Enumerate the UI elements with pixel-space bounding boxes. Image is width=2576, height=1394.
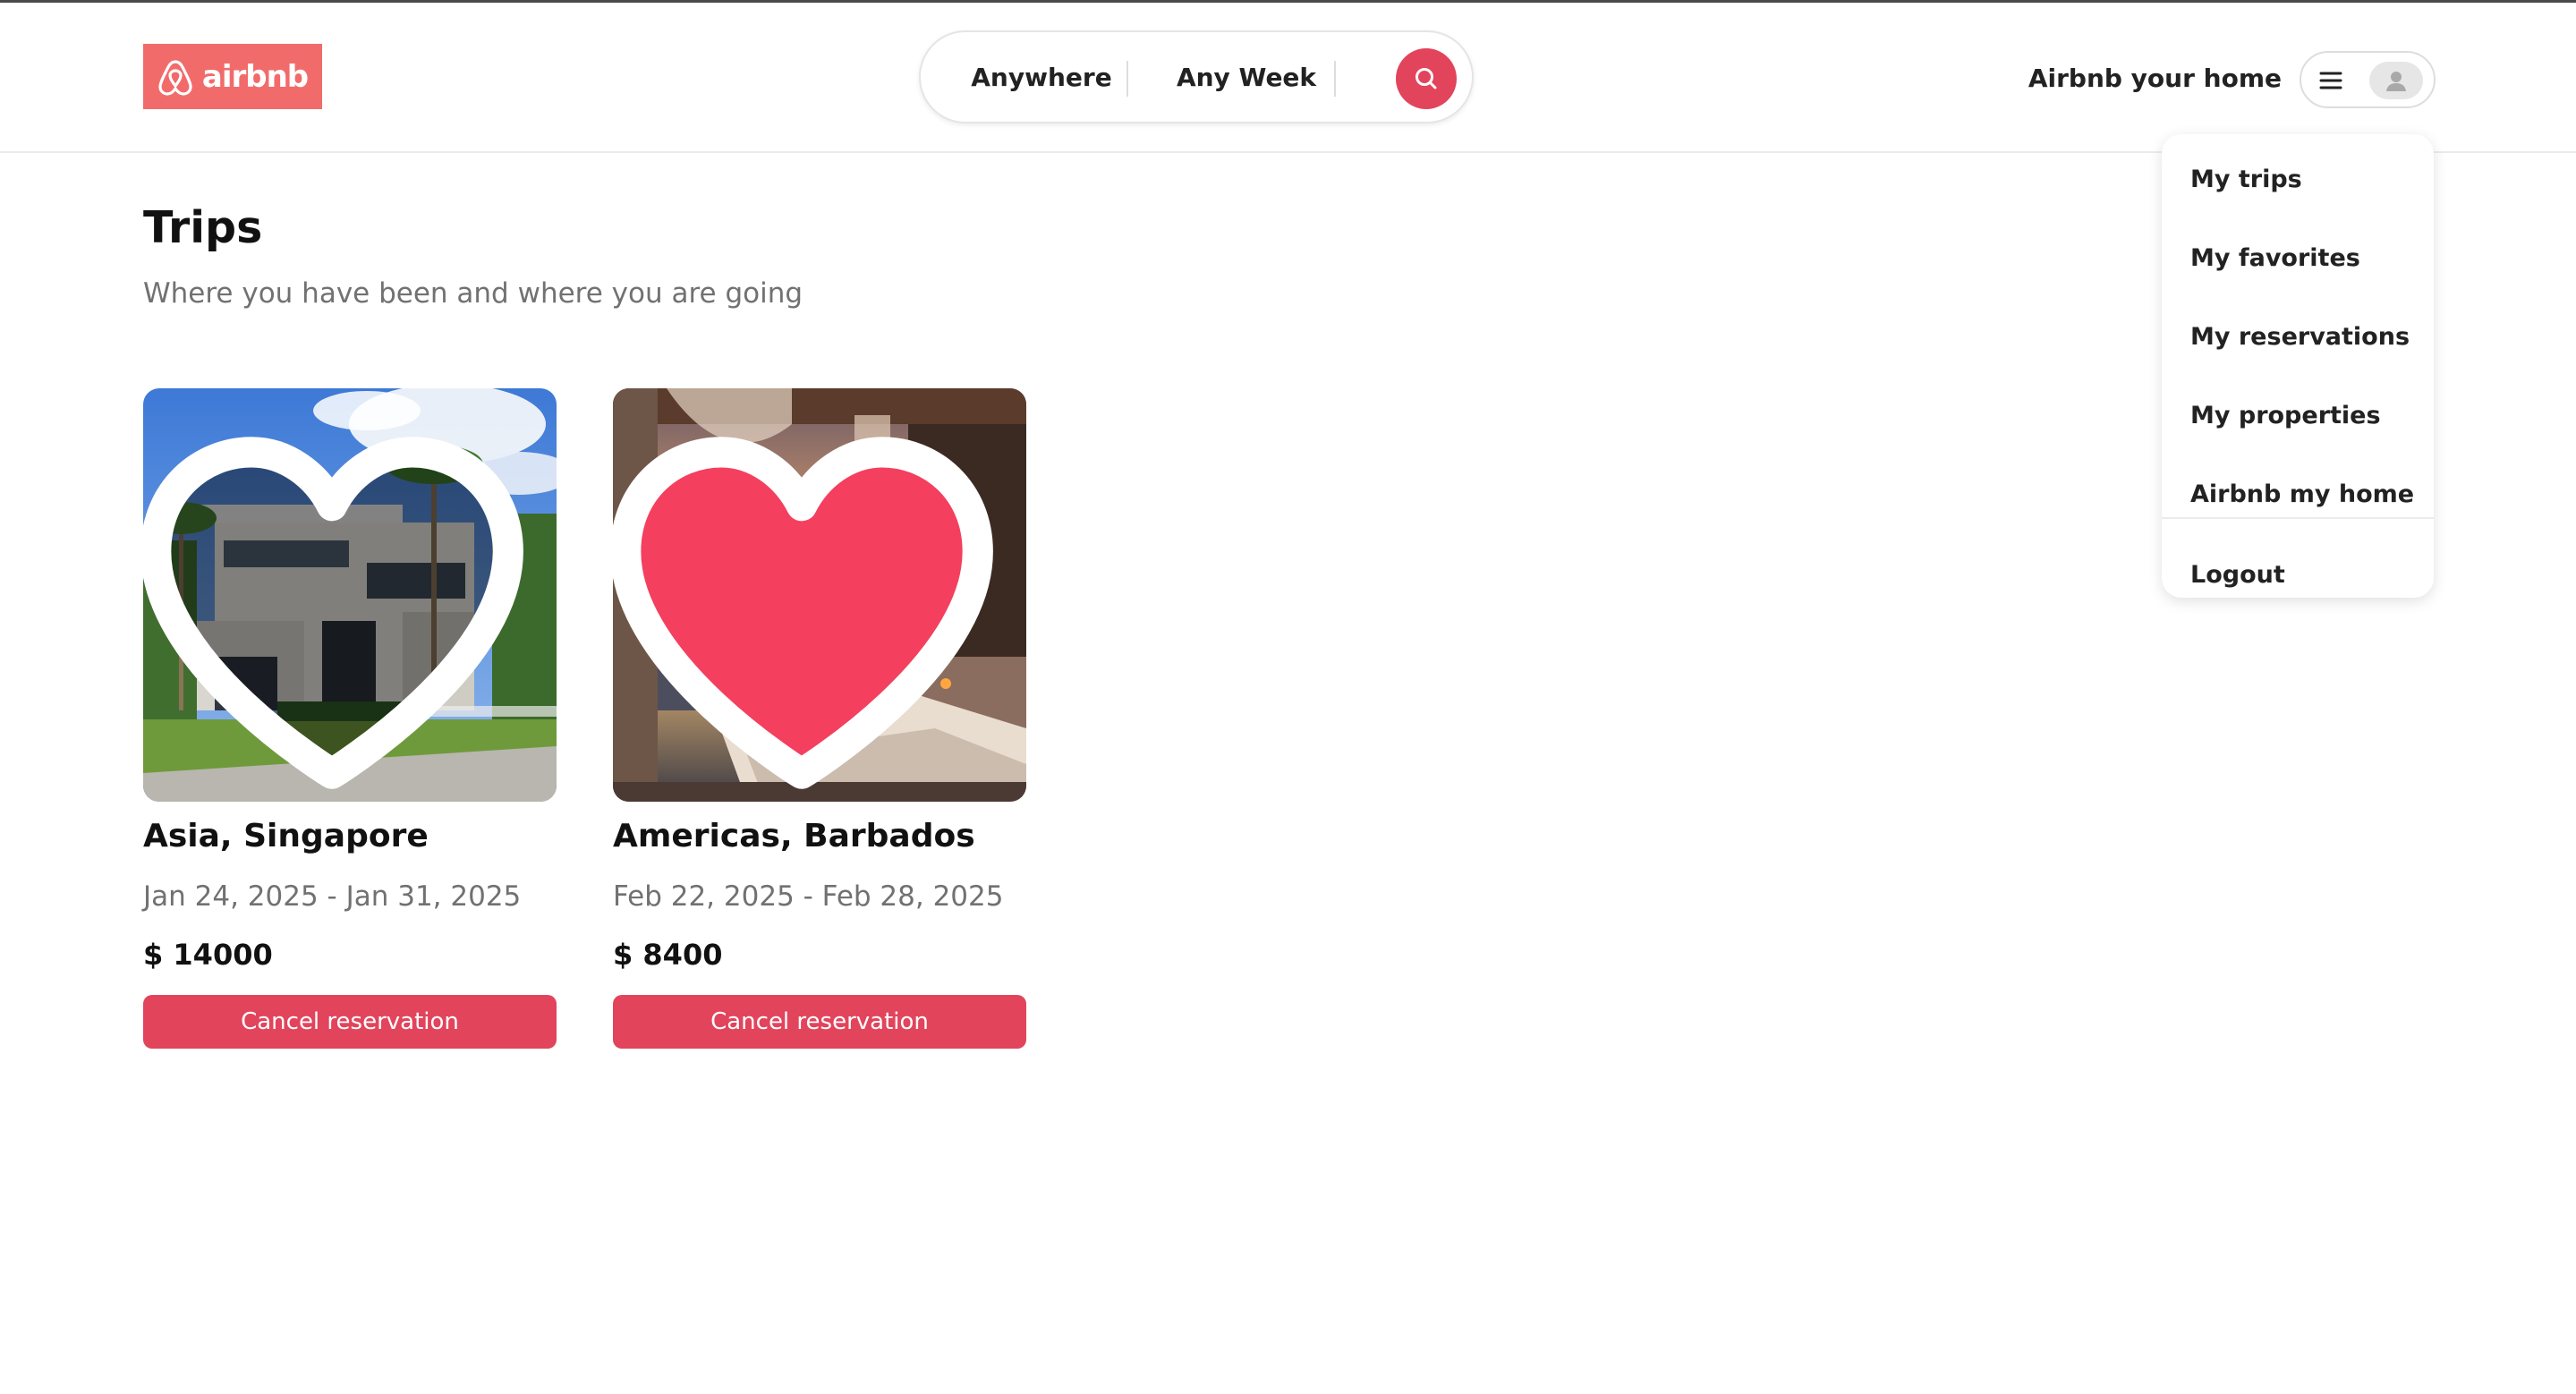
trip-card[interactable]: Asia, Singapore Jan 24, 2025 - Jan 31, 2… bbox=[143, 388, 557, 1050]
trip-location: Asia, Singapore bbox=[143, 818, 429, 854]
user-avatar-icon bbox=[2386, 72, 2406, 91]
search-bar[interactable]: Anywhere Any Week bbox=[919, 30, 1474, 123]
favorite-heart-icon-active[interactable] bbox=[613, 406, 1008, 802]
page-subtitle: Where you have been and where you are go… bbox=[143, 277, 803, 310]
search-divider bbox=[1334, 61, 1336, 97]
trip-card[interactable]: Americas, Barbados Feb 22, 2025 - Feb 28… bbox=[613, 388, 1026, 1050]
menu-divider bbox=[2162, 517, 2434, 519]
trip-price: $ 8400 bbox=[613, 938, 723, 972]
cancel-reservation-button[interactable]: Cancel reservation bbox=[613, 995, 1026, 1049]
trip-price: $ 14000 bbox=[143, 938, 273, 972]
menu-item-my-reservations[interactable]: My reservations bbox=[2162, 301, 2434, 372]
trip-location: Americas, Barbados bbox=[613, 818, 975, 854]
menu-item-airbnb-my-home[interactable]: Airbnb my home bbox=[2162, 458, 2434, 530]
search-button[interactable] bbox=[1396, 48, 1457, 109]
menu-item-my-trips[interactable]: My trips bbox=[2162, 143, 2434, 215]
airbnb-belo-icon bbox=[158, 59, 192, 96]
menu-item-my-properties[interactable]: My properties bbox=[2162, 379, 2434, 451]
airbnb-logo[interactable]: airbnb bbox=[143, 44, 322, 109]
avatar bbox=[2369, 62, 2423, 99]
listing-photo-seaside-bedroom[interactable] bbox=[613, 388, 1026, 802]
search-divider bbox=[1126, 61, 1128, 97]
search-icon bbox=[1416, 68, 1437, 89]
listing-photo-modern-villa[interactable] bbox=[143, 388, 557, 802]
user-dropdown-menu: My trips My favorites My reservations My… bbox=[2162, 134, 2434, 598]
host-link[interactable]: Airbnb your home bbox=[2028, 60, 2282, 96]
hamburger-menu-icon bbox=[2319, 72, 2342, 89]
search-week-button[interactable]: Any Week bbox=[1146, 32, 1347, 122]
user-menu-button[interactable] bbox=[2300, 51, 2436, 108]
favorite-heart-icon[interactable] bbox=[143, 406, 539, 802]
navbar: airbnb Anywhere Any Week Airbnb your hom… bbox=[0, 3, 2576, 153]
logo-text: airbnb bbox=[201, 58, 309, 95]
menu-item-logout[interactable]: Logout bbox=[2162, 539, 2434, 610]
trip-dates: Jan 24, 2025 - Jan 31, 2025 bbox=[143, 880, 522, 913]
cancel-reservation-button[interactable]: Cancel reservation bbox=[143, 995, 557, 1049]
search-location-button[interactable]: Anywhere bbox=[940, 32, 1143, 122]
menu-item-my-favorites[interactable]: My favorites bbox=[2162, 222, 2434, 293]
page-title: Trips bbox=[143, 202, 263, 253]
trip-dates: Feb 22, 2025 - Feb 28, 2025 bbox=[613, 880, 1004, 913]
